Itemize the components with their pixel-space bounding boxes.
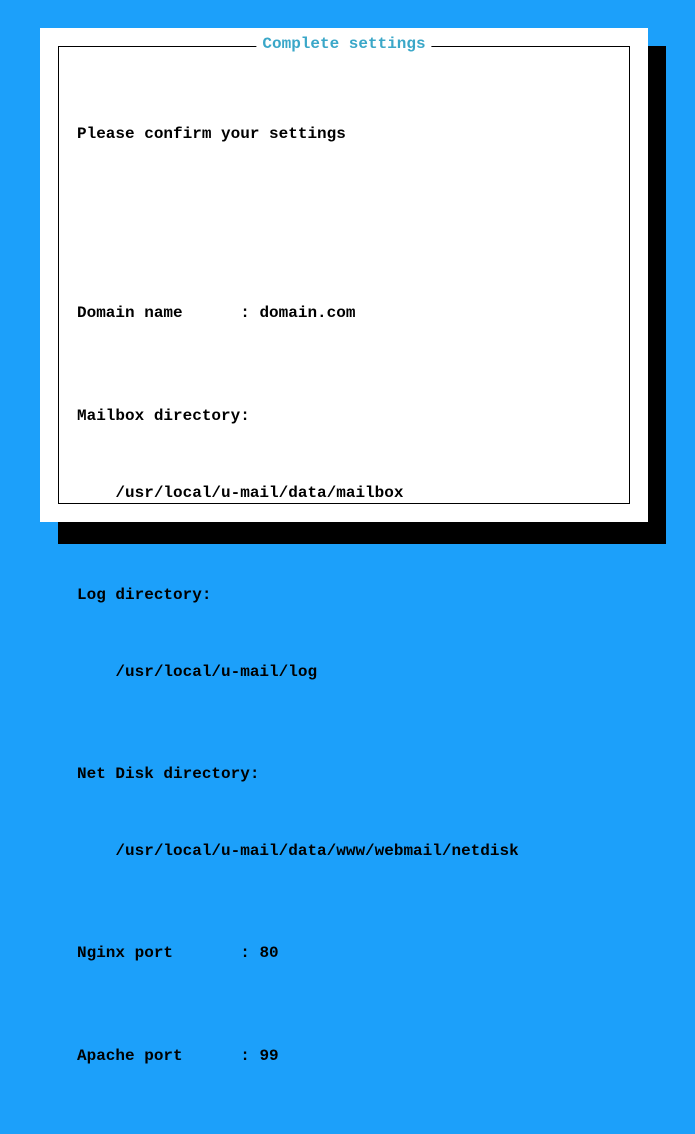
- apache-label: Apache port :: [77, 1047, 259, 1065]
- netdisk-value-row: /usr/local/u-mail/data/www/webmail/netdi…: [77, 839, 611, 865]
- nginx-label: Nginx port :: [77, 944, 259, 962]
- log-value-row: /usr/local/u-mail/log: [77, 660, 611, 686]
- domain-label: Domain name :: [77, 304, 259, 322]
- domain-value: domain.com: [259, 304, 355, 322]
- dialog-title: Complete settings: [256, 35, 431, 53]
- confirm-prompt: Please confirm your settings: [77, 122, 611, 148]
- log-label-row: Log directory:: [77, 583, 611, 609]
- apache-row: Apache port : 99: [77, 1044, 611, 1070]
- apache-value: 99: [259, 1047, 278, 1065]
- nginx-row: Nginx port : 80: [77, 941, 611, 967]
- dialog-content: Please confirm your settings Domain name…: [77, 71, 611, 1134]
- dialog-window: Complete settings Please confirm your se…: [40, 28, 648, 522]
- blank-line: [77, 199, 611, 225]
- mailbox-label-row: Mailbox directory:: [77, 404, 611, 430]
- mailbox-value-row: /usr/local/u-mail/data/mailbox: [77, 481, 611, 507]
- nginx-value: 80: [259, 944, 278, 962]
- netdisk-label-row: Net Disk directory:: [77, 762, 611, 788]
- dialog-border: Complete settings Please confirm your se…: [58, 46, 630, 504]
- domain-row: Domain name : domain.com: [77, 301, 611, 327]
